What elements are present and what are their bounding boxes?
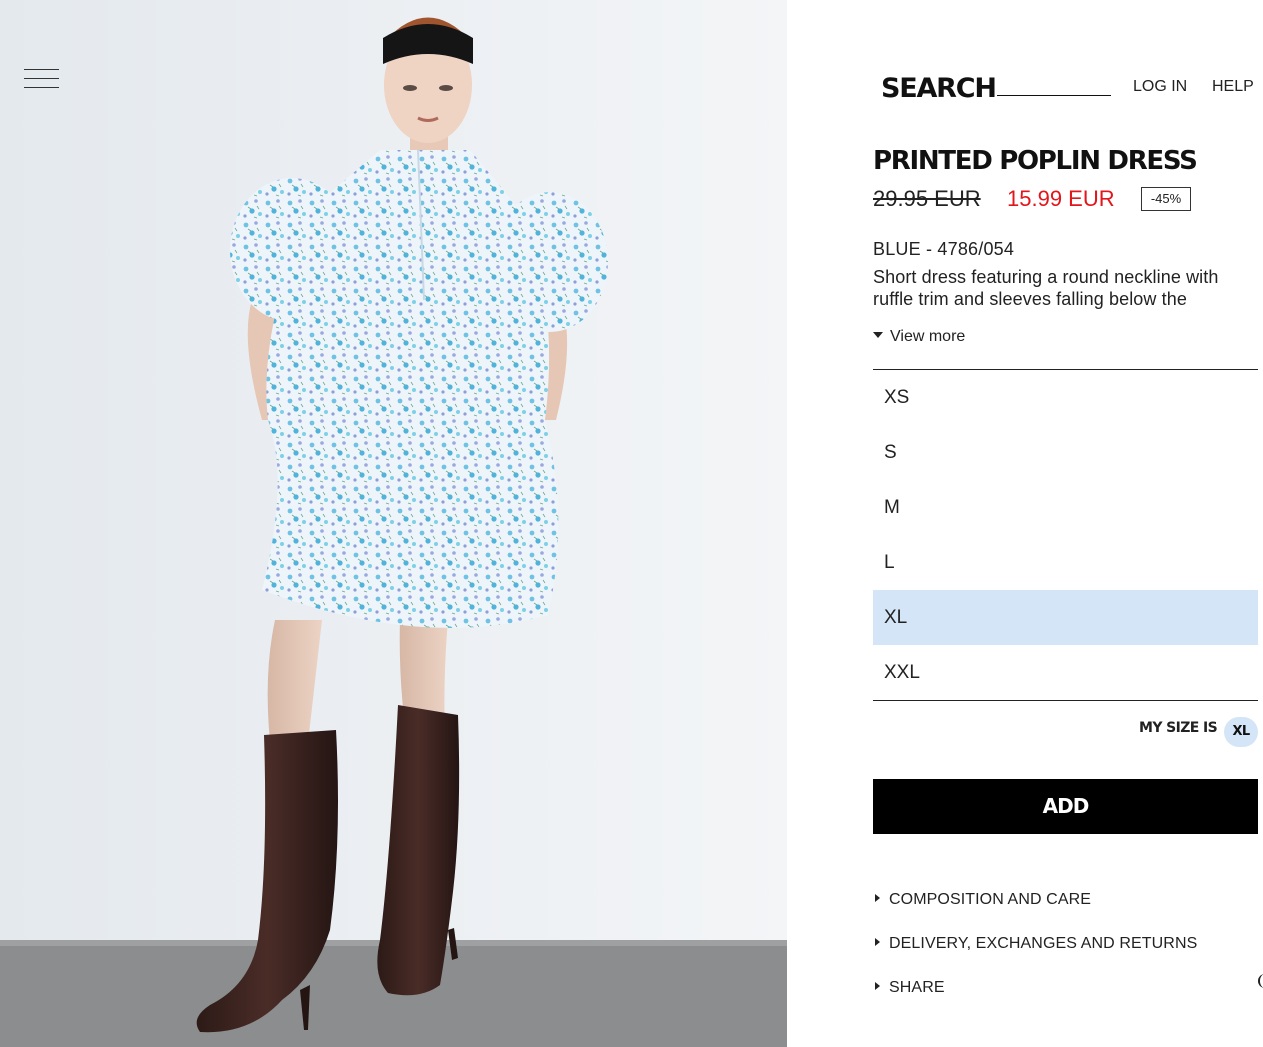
- my-size-badge[interactable]: XL: [1224, 717, 1258, 747]
- login-link[interactable]: LOG IN: [1133, 78, 1187, 96]
- size-option-xl[interactable]: XL: [873, 590, 1258, 645]
- caret-down-icon: [873, 331, 883, 338]
- caret-right-icon: [875, 981, 880, 990]
- view-more-label: View more: [890, 328, 966, 345]
- chat-widget-edge[interactable]: [1258, 974, 1263, 988]
- menu-line: [24, 78, 59, 79]
- view-more-button[interactable]: View more: [873, 328, 965, 346]
- hamburger-menu-icon[interactable]: [24, 66, 60, 92]
- product-title: PRINTED POPLIN DRESS: [873, 146, 1198, 176]
- size-option-xs[interactable]: XS: [873, 370, 1258, 425]
- accordion-label: DELIVERY, EXCHANGES AND RETURNS: [889, 935, 1198, 952]
- model-illustration: [0, 0, 787, 1047]
- my-size-label: MY SIZE IS: [1139, 720, 1218, 736]
- search-input[interactable]: [997, 95, 1111, 96]
- size-option-m[interactable]: M: [873, 480, 1258, 535]
- search-label[interactable]: SEARCH: [881, 73, 997, 104]
- product-description: Short dress featuring a round neckline w…: [873, 267, 1219, 309]
- original-price: 29.95 EUR: [873, 186, 981, 211]
- accordion-delivery-returns[interactable]: DELIVERY, EXCHANGES AND RETURNS: [875, 935, 1197, 953]
- size-option-xxl[interactable]: XXL: [873, 645, 1258, 700]
- accordion-label: COMPOSITION AND CARE: [889, 891, 1092, 908]
- size-option-l[interactable]: L: [873, 535, 1258, 590]
- caret-right-icon: [875, 937, 880, 946]
- color-reference: BLUE - 4786/054: [873, 239, 1015, 259]
- add-to-cart-button[interactable]: ADD: [873, 779, 1258, 834]
- help-link[interactable]: HELP: [1212, 78, 1254, 96]
- caret-right-icon: [875, 893, 880, 902]
- product-photo: [0, 0, 787, 1047]
- menu-line: [24, 69, 59, 70]
- menu-line: [24, 87, 59, 88]
- discount-badge: -45%: [1141, 187, 1191, 211]
- sale-price: 15.99 EUR: [1007, 186, 1115, 211]
- accordion-share[interactable]: SHARE: [875, 979, 945, 997]
- size-list: XS S M L XL XXL: [873, 369, 1258, 701]
- accordion-composition-care[interactable]: COMPOSITION AND CARE: [875, 891, 1091, 909]
- size-option-s[interactable]: S: [873, 425, 1258, 480]
- accordion-label: SHARE: [889, 979, 945, 996]
